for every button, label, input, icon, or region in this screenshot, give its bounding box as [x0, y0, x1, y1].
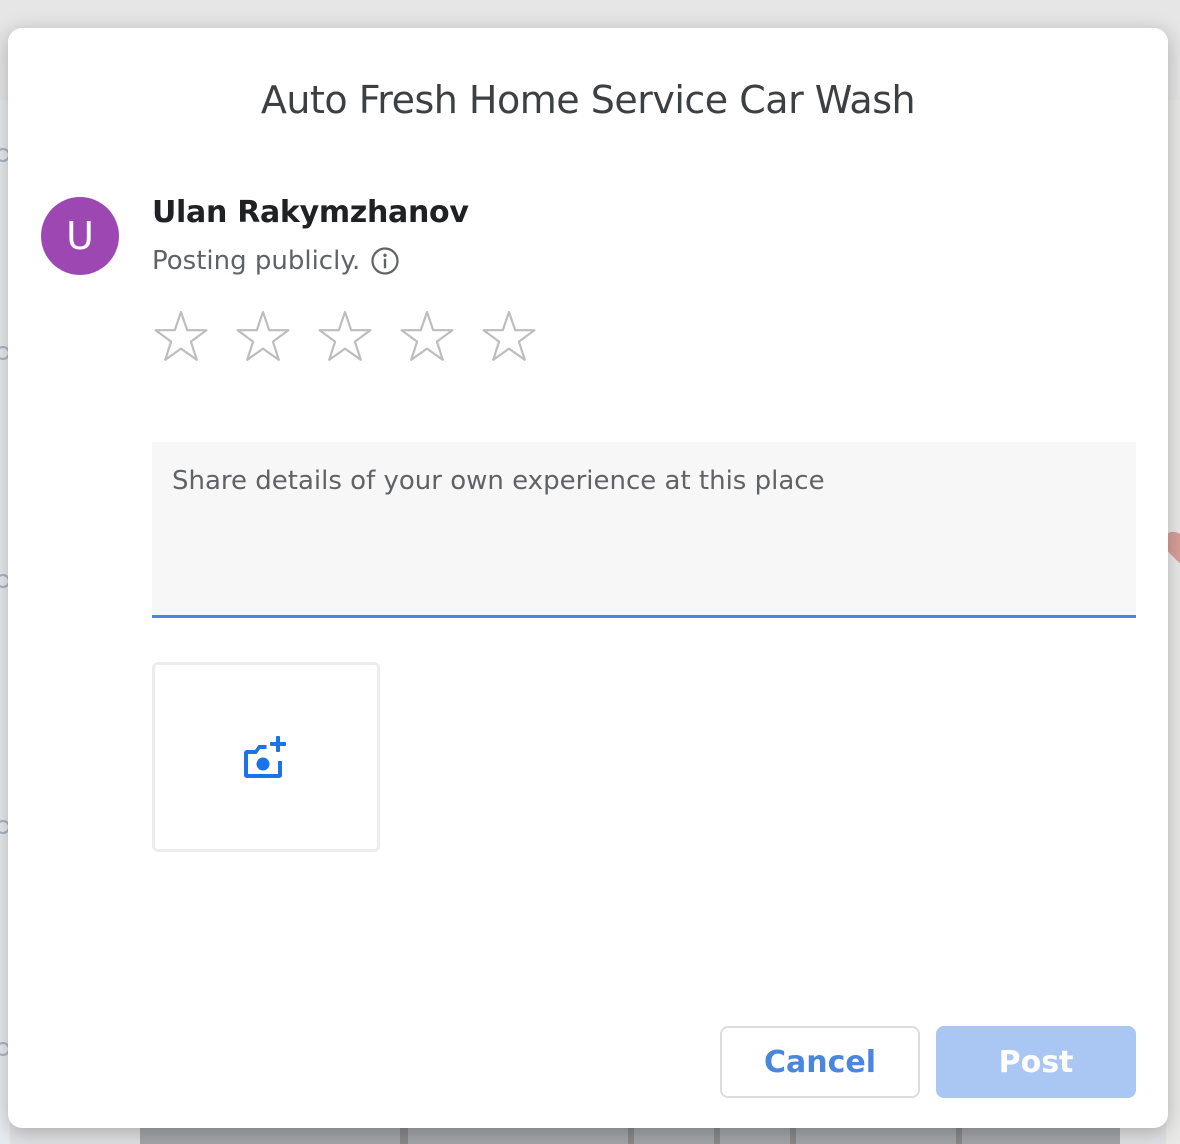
- avatar-initial: U: [66, 214, 94, 258]
- review-dialog: Auto Fresh Home Service Car Wash U Ulan …: [8, 28, 1168, 1128]
- review-textarea[interactable]: [152, 442, 1136, 615]
- post-button[interactable]: Post: [936, 1026, 1136, 1098]
- add-photo-button[interactable]: [152, 662, 380, 852]
- avatar: U: [41, 197, 119, 275]
- star-rating: [151, 308, 539, 368]
- review-text-field: [152, 442, 1136, 618]
- add-photo-camera-icon: [242, 733, 290, 781]
- star-4-icon[interactable]: [397, 308, 457, 368]
- star-2-icon[interactable]: [233, 308, 293, 368]
- info-icon[interactable]: [370, 246, 400, 276]
- star-1-icon[interactable]: [151, 308, 211, 368]
- star-3-icon[interactable]: [315, 308, 375, 368]
- posting-status-text: Posting publicly.: [152, 246, 361, 276]
- star-5-icon[interactable]: [479, 308, 539, 368]
- background-photo-strip: [140, 1128, 1120, 1144]
- dialog-title: Auto Fresh Home Service Car Wash: [260, 78, 916, 122]
- posting-status-row: Posting publicly.: [152, 246, 400, 276]
- user-name: Ulan Rakymzhanov: [152, 195, 469, 230]
- cancel-button[interactable]: Cancel: [720, 1026, 920, 1098]
- background-map: [1158, 100, 1180, 1144]
